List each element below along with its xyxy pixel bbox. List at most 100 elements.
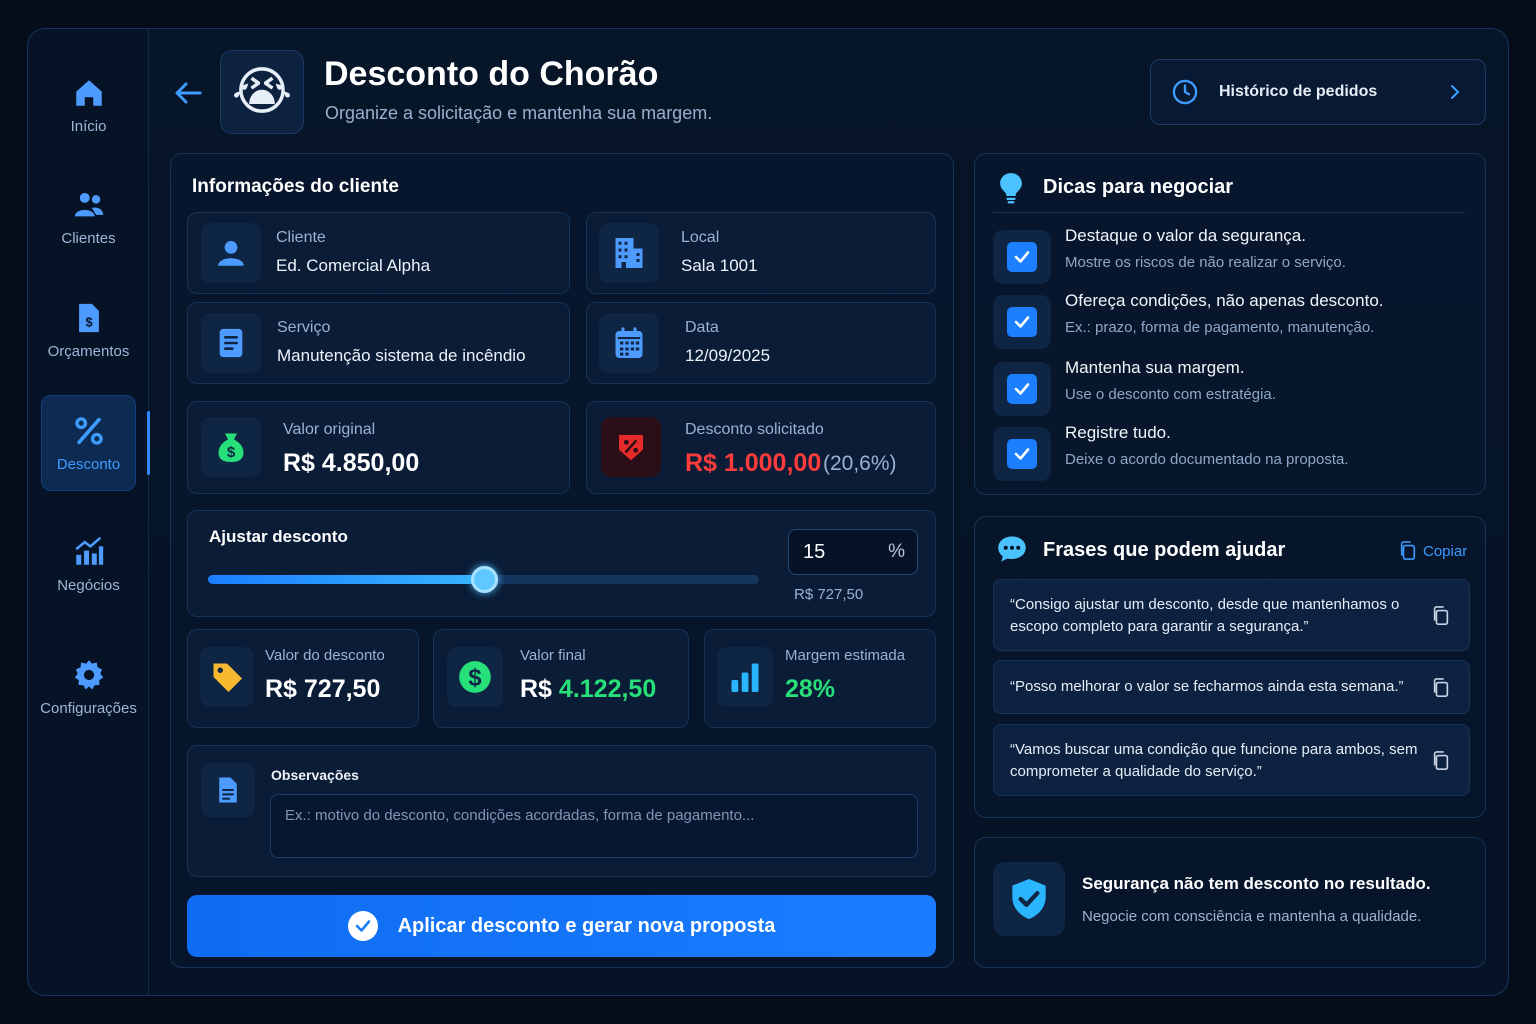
phrase-item: “Consigo ajustar um desconto, desde que … [993,579,1470,651]
tips-panel: Dicas para negociar Destaque o valor da … [974,153,1486,495]
final-value: R$ 4.122,50 [520,675,656,704]
tag-icon-tile [200,647,254,707]
svg-text:$: $ [227,444,236,461]
phrase-item: “Vamos buscar uma condição que funcione … [993,724,1470,796]
sidebar: Início Clientes $ Orçamentos Desconto Ne… [28,29,150,995]
original-value: R$ 4.850,00 [283,449,420,477]
observations-textarea[interactable] [270,794,918,858]
percent-unit: % [888,541,905,562]
sidebar-item-negocios[interactable]: Negócios [41,516,136,612]
slider-thumb[interactable] [470,566,498,593]
calendar-icon [615,327,643,358]
requested-discount-value: R$ 1.000,00 [685,449,822,477]
discount-amount-hint: R$ 727,50 [794,586,864,603]
apply-discount-button[interactable]: Aplicar desconto e gerar nova proposta [187,895,936,957]
copy-icon[interactable] [1431,678,1451,698]
tip-title: Mantenha sua margem. [1065,358,1245,377]
client-value: Ed. Comercial Alpha [276,256,431,275]
tip-subtitle: Mostre os riscos de não realizar o servi… [1065,254,1346,271]
money-bag-icon: $ [218,433,244,462]
date-value: 12/09/2025 [685,346,771,365]
phrase-text: “Vamos buscar uma condição que funcione … [1010,741,1418,780]
service-card: Serviço Manutenção sistema de incêndio [187,302,570,384]
observations-label: Observações [271,767,359,783]
phrases-panel: Frases que podem ajudar Copiar “Consigo … [974,516,1486,818]
shield-icon-tile [993,862,1065,936]
money-bag-icon-tile: $ [201,417,261,477]
service-value: Manutenção sistema de incêndio [277,346,526,365]
requested-discount-card: Desconto solicitado R$ 1.000,00 (20,6%) [586,401,936,494]
shield-check-icon [1012,879,1046,919]
page-title: Desconto do Chorão [324,55,659,93]
dollar-circle-icon: $ [459,661,491,693]
checkbox-checked-icon [1007,307,1037,337]
tip-title: Ofereça condições, não apenas desconto. [1065,291,1384,310]
discount-slider[interactable] [208,566,759,593]
sidebar-item-label: Desconto [56,455,121,473]
back-arrow-icon[interactable] [172,77,204,109]
tip-check [993,230,1051,284]
location-value: Sala 1001 [681,256,758,275]
sidebar-item-clientes[interactable]: Clientes [41,169,136,265]
sidebar-item-configuracoes[interactable]: Configurações [40,639,137,735]
observations-card: Observações [187,745,936,877]
tip-subtitle: Deixe o acordo documentado na proposta. [1065,451,1349,468]
location-label: Local [681,229,720,246]
budget-document-icon: $ [78,303,99,332]
active-indicator [147,411,150,475]
requested-discount-percent: (20,6%) [823,452,897,475]
sidebar-item-label: Início [70,117,107,135]
discount-value-card: Valor do desconto R$ 727,50 [187,629,419,728]
copy-icon [1400,541,1416,560]
copy-icon[interactable] [1431,606,1451,626]
requested-discount-label: Desconto solicitado [685,421,824,438]
tip-item: Registre tudo. Deixe o acordo documentad… [993,423,1463,481]
lightbulb-icon [1000,173,1022,204]
copy-icon[interactable] [1431,751,1451,771]
order-history-button[interactable]: Histórico de pedidos [1150,59,1486,125]
sidebar-item-desconto[interactable]: Desconto [41,395,136,491]
adjust-discount-card: Ajustar desconto 15 % R$ 727,50 [187,510,936,617]
checkbox-checked-icon [1007,374,1037,404]
discount-percent-input[interactable]: 15 % [788,529,918,575]
discount-shield-icon [619,435,643,461]
original-value-card: $ Valor original R$ 4.850,00 [187,401,570,494]
svg-text:$: $ [468,665,481,692]
sidebar-item-orcamentos[interactable]: $ Orçamentos [41,282,136,378]
person-icon [218,240,244,266]
adjust-discount-label: Ajustar desconto [209,527,348,546]
notes-icon-tile [201,763,255,817]
check-circle-icon [347,911,378,941]
users-icon [74,192,103,216]
client-info-title: Informações do cliente [192,176,399,197]
tip-item: Destaque o valor da segurança. Mostre os… [993,226,1463,284]
client-icon-tile [201,223,261,283]
percent-icon [74,416,103,445]
date-label: Data [685,319,719,336]
discount-amount-value: R$ 727,50 [265,675,381,703]
phrases-title: Frases que podem ajudar [1043,539,1286,561]
tip-item: Ofereça condições, não apenas desconto. … [993,291,1463,349]
margin-value: 28% [785,675,836,703]
sidebar-item-label: Orçamentos [47,342,130,360]
final-value-card: $ Valor final R$ 4.122,50 [433,629,689,728]
apply-discount-label: Aplicar desconto e gerar nova proposta [397,914,776,937]
margin-label: Margem estimada [785,647,906,664]
sidebar-item-inicio[interactable]: Início [41,57,136,153]
bar-chart-icon [731,663,759,692]
safety-subtitle: Negocie com consciência e mantenha a qua… [1082,908,1422,925]
page-subtitle: Organize a solicitação e mantenha sua ma… [325,103,713,123]
safety-card: Segurança não tem desconto no resultado.… [974,837,1486,968]
slider-fill [208,575,484,584]
final-value-currency: R$ [520,675,552,703]
svg-text:$: $ [85,314,92,329]
tip-check [993,427,1051,481]
client-card: Cliente Ed. Comercial Alpha [187,212,570,294]
building-icon [615,238,643,268]
phrase-text: “Consigo ajustar um desconto, desde que … [1010,596,1400,635]
client-panel: Informações do cliente Cliente Ed. Comer… [170,153,954,968]
discount-amount-label: Valor do desconto [265,647,385,664]
home-icon [75,79,102,106]
copy-all-button[interactable]: Copiar [1399,541,1467,561]
document-icon [219,328,243,358]
